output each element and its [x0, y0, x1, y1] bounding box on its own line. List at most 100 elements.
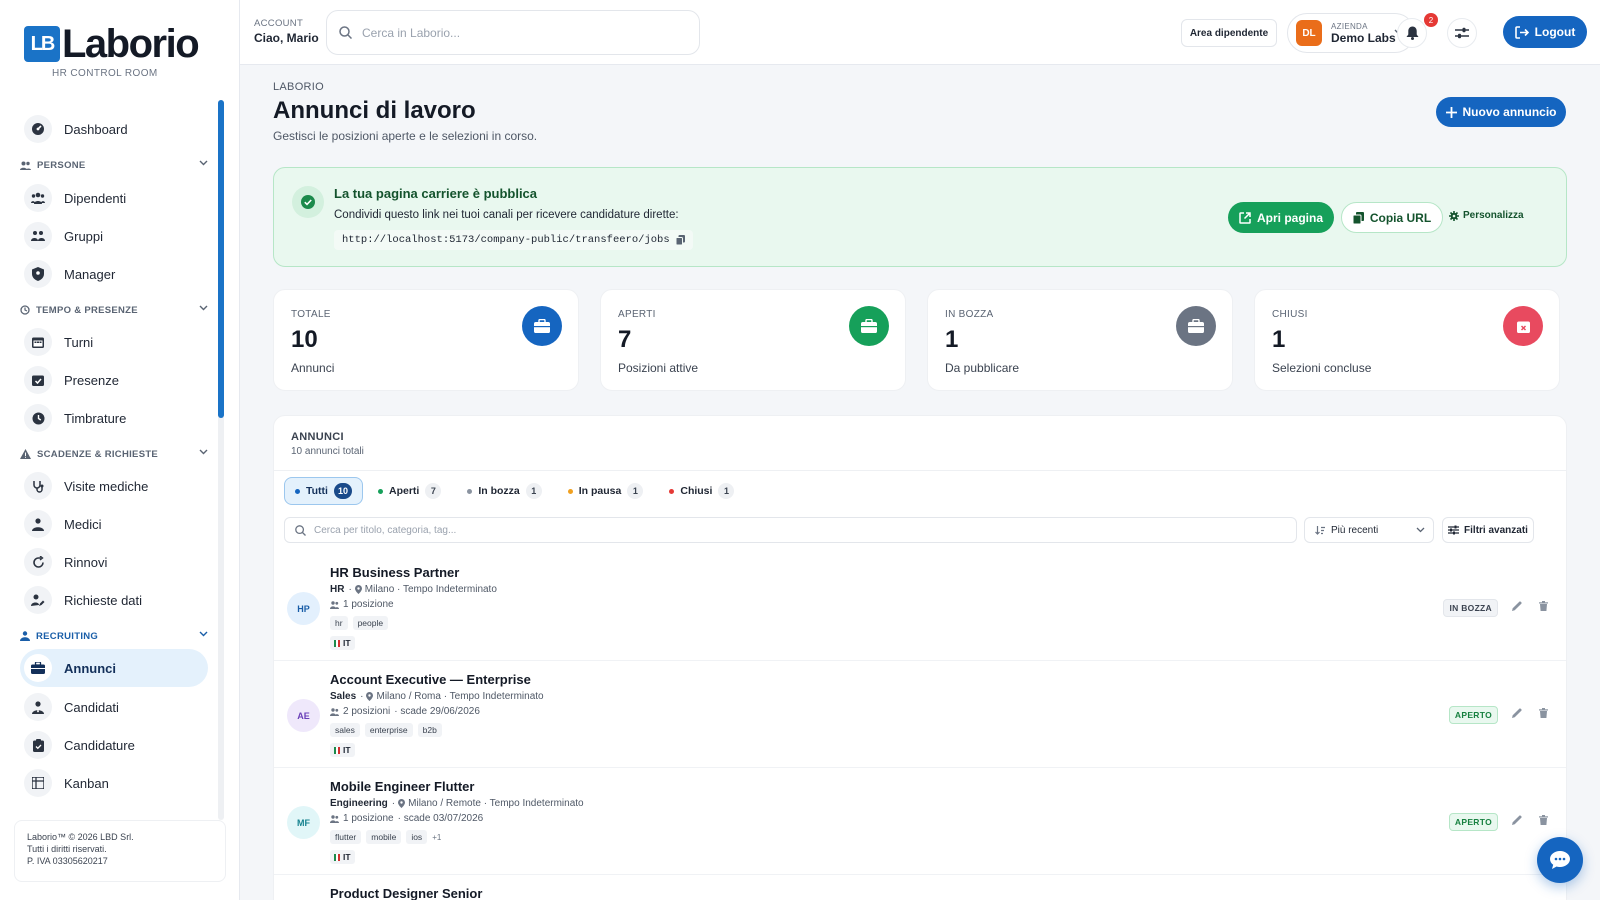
filter-sliders-icon	[1448, 525, 1464, 535]
italy-flag-icon	[334, 746, 340, 754]
sidebar-item-medici[interactable]: Medici	[20, 505, 208, 543]
sidebar-item-rinnovi[interactable]: Rinnovi	[20, 543, 208, 581]
sidebar-item-label: Kanban	[64, 775, 109, 791]
job-positions: 1 posizione · scade 03/07/2026	[330, 813, 483, 824]
search-input[interactable]	[362, 25, 662, 40]
brand-subtitle: HR CONTROL ROOM	[52, 68, 158, 79]
sidebar-scrollbar[interactable]	[218, 100, 224, 418]
sidebar-footer: Laborio™ © 2026 LBD Srl. Tutti i diritti…	[14, 820, 226, 882]
people-icon	[20, 161, 31, 170]
sidebar-item-candidati[interactable]: Candidati	[20, 688, 208, 726]
job-title[interactable]: HR Business Partner	[330, 565, 459, 580]
job-positions-text: 1 posizione	[343, 813, 394, 824]
shield-icon	[24, 260, 52, 288]
notifications-button[interactable]	[1397, 18, 1427, 48]
calendar-x-icon	[1503, 306, 1543, 346]
sidebar-section-persone[interactable]: PERSONE	[20, 155, 212, 175]
topbar: ACCOUNT Ciao, Mario Area dipendente DL A…	[240, 0, 1600, 65]
chevron-down-icon	[1416, 527, 1425, 533]
sidebar-item-label: Rinnovi	[64, 554, 108, 570]
language-badge: IT	[330, 743, 355, 757]
job-department: Sales	[330, 691, 357, 702]
sidebar-item-dipendenti[interactable]: Dipendenti	[20, 179, 208, 217]
search-icon	[295, 524, 306, 536]
location-pin-icon	[363, 692, 376, 701]
stat-card-total: TOTALE 10 Annunci	[273, 289, 579, 391]
jobs-panel: ANNUNCI 10 annunci totali Tutti 10 Apert…	[273, 415, 1567, 900]
new-job-button[interactable]: Nuovo annuncio	[1436, 97, 1566, 127]
sidebar-section-scadenze[interactable]: SCADENZE & RICHIESTE	[20, 444, 212, 464]
copy-url-label: Copia URL	[1369, 210, 1432, 225]
briefcase-icon	[24, 654, 52, 682]
table-row[interactable]: MF Mobile Engineer Flutter Engineering · …	[274, 768, 1566, 875]
status-badge: APERTO	[1448, 706, 1498, 724]
sidebar-item-gruppi[interactable]: Gruppi	[20, 217, 208, 255]
sidebar-item-label: Candidati	[64, 699, 119, 715]
filter-tab-chiusi[interactable]: Chiusi 1	[658, 477, 745, 505]
section-label: TEMPO & PRESENZE	[36, 304, 138, 316]
sidebar-item-dashboard[interactable]: Dashboard	[20, 110, 208, 148]
sidebar-item-candidature[interactable]: Candidature	[20, 726, 208, 764]
filter-tab-in-pausa[interactable]: In pausa 1	[557, 477, 655, 505]
job-deadline: · scade 29/06/2026	[394, 706, 480, 717]
job-title[interactable]: Account Executive — Enterprise	[330, 672, 531, 687]
jobs-search[interactable]	[284, 517, 1297, 543]
jobs-search-input[interactable]	[314, 524, 1214, 536]
career-url[interactable]: http://localhost:5173/company-public/tra…	[334, 230, 693, 250]
sort-icon	[1315, 525, 1325, 535]
copy-icon[interactable]	[670, 235, 685, 245]
sidebar-item-richieste-dati[interactable]: Richieste dati	[20, 581, 208, 619]
global-search[interactable]	[326, 10, 700, 55]
trash-icon[interactable]	[1539, 815, 1548, 825]
sidebar-item-label: Turni	[64, 334, 94, 350]
pencil-icon[interactable]	[1512, 601, 1522, 611]
filter-label: Chiusi	[680, 485, 713, 497]
stat-card-closed: CHIUSI 1 Selezioni concluse	[1254, 289, 1560, 391]
logout-button[interactable]: Logout	[1503, 16, 1587, 48]
open-career-page-button[interactable]: Apri pagina	[1228, 202, 1334, 233]
settings-toggle-button[interactable]	[1447, 18, 1477, 48]
trash-icon[interactable]	[1539, 708, 1548, 718]
sidebar-item-timbrature[interactable]: Timbrature	[20, 399, 208, 437]
brand-logo[interactable]: LB Laborio	[24, 24, 200, 64]
sidebar-section-recruiting[interactable]: RECRUITING	[20, 626, 212, 646]
sidebar-item-turni[interactable]: Turni	[20, 323, 208, 361]
language-badge: IT	[330, 850, 355, 864]
table-row[interactable]: Product Designer Senior	[274, 875, 1566, 900]
doctor-icon	[24, 510, 52, 538]
trash-icon[interactable]	[1539, 601, 1548, 611]
sidebar-item-label: Dipendenti	[64, 190, 127, 206]
sidebar-item-kanban[interactable]: Kanban	[20, 764, 208, 802]
footer-rights: Tutti i diritti riservati.	[27, 844, 107, 854]
copy-url-button[interactable]: Copia URL	[1341, 202, 1443, 233]
job-location: Milano / Roma · Tempo Indeterminato	[376, 691, 544, 702]
filter-tab-aperti[interactable]: Aperti 7	[367, 477, 452, 505]
table-row[interactable]: AE Account Executive — Enterprise Sales ·…	[274, 661, 1566, 768]
customize-button[interactable]: Personalizza	[1449, 210, 1524, 221]
filter-tab-in-bozza[interactable]: In bozza 1	[456, 477, 552, 505]
sidebar-item-manager[interactable]: Manager	[20, 255, 208, 293]
chat-support-button[interactable]	[1537, 837, 1583, 883]
filter-count: 1	[627, 483, 644, 499]
employee-area-button[interactable]: Area dipendente	[1181, 19, 1277, 47]
status-dot	[669, 488, 675, 494]
job-title[interactable]: Product Designer Senior	[330, 886, 482, 900]
filter-count: 1	[525, 483, 542, 499]
search-icon	[339, 26, 352, 39]
sort-select[interactable]: Più recenti	[1304, 517, 1434, 543]
calendar-check-icon	[24, 366, 52, 394]
sidebar-section-tempo[interactable]: TEMPO & PRESENZE	[20, 300, 212, 320]
filter-tab-tutti[interactable]: Tutti 10	[284, 477, 363, 505]
table-row[interactable]: HP HR Business Partner HR · Milano · Temp…	[274, 554, 1566, 661]
pencil-icon[interactable]	[1512, 815, 1522, 825]
sidebar-item-presenze[interactable]: Presenze	[20, 361, 208, 399]
advanced-filters-button[interactable]: Filtri avanzati	[1442, 517, 1534, 543]
sidebar-item-visite-mediche[interactable]: Visite mediche	[20, 467, 208, 505]
pencil-icon[interactable]	[1512, 708, 1522, 718]
section-label: PERSONE	[37, 159, 86, 171]
sidebar-item-annunci[interactable]: Annunci	[20, 649, 208, 687]
page-title: Annunci di lavoro	[273, 97, 476, 124]
company-switcher[interactable]: DL AZIENDA Demo Labs	[1287, 13, 1415, 53]
filter-count: 7	[425, 483, 442, 499]
job-title[interactable]: Mobile Engineer Flutter	[330, 779, 474, 794]
